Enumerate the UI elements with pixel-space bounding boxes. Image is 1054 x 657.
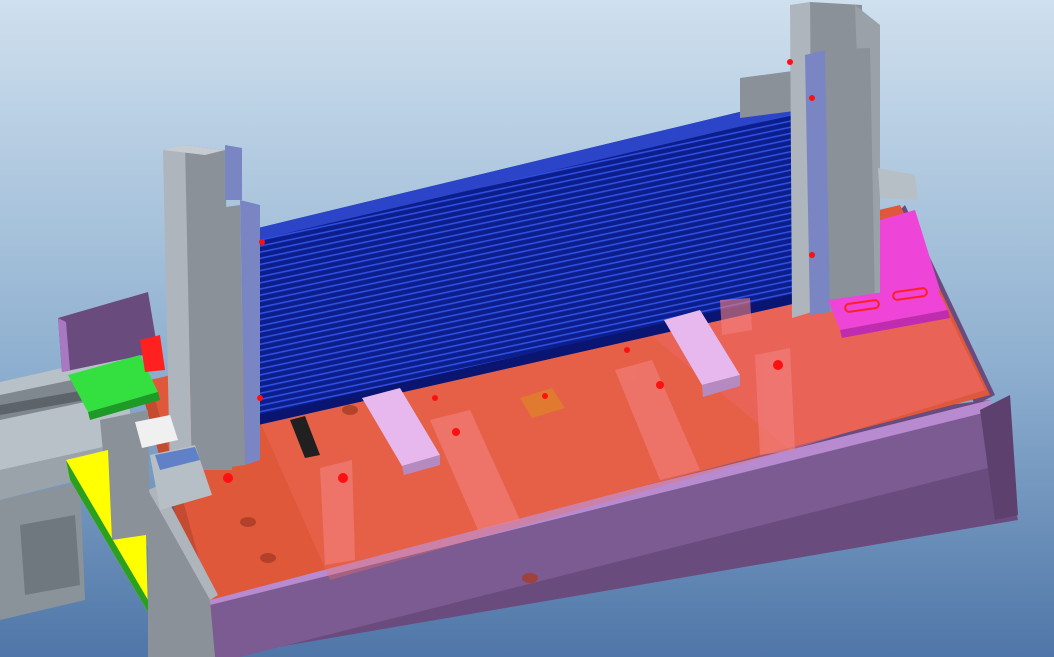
cad-viewport[interactable] [0, 0, 1054, 657]
cad-model-scene [0, 0, 1054, 657]
